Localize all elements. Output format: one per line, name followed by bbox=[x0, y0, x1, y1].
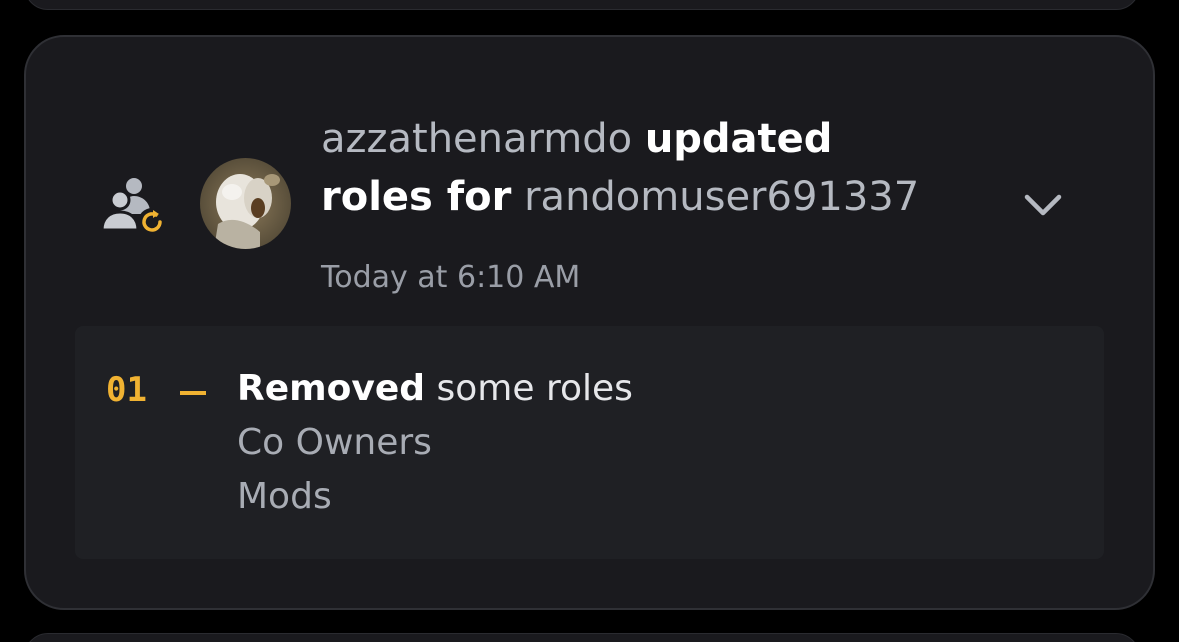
action-text-part2: roles for bbox=[321, 174, 512, 220]
change-description: some roles bbox=[436, 368, 633, 409]
audit-log-page: azzathenarmdo updated roles for randomus… bbox=[0, 0, 1179, 642]
timestamp: Today at 6:10 AM bbox=[321, 260, 581, 295]
avatar[interactable] bbox=[200, 158, 291, 249]
change-dash bbox=[180, 391, 206, 395]
member-role-update-icon bbox=[98, 174, 170, 238]
chevron-down-icon[interactable] bbox=[1021, 185, 1065, 225]
next-log-entry[interactable] bbox=[24, 633, 1140, 642]
previous-log-entry[interactable] bbox=[24, 0, 1140, 10]
entry-headline: azzathenarmdo updated roles for randomus… bbox=[321, 110, 981, 226]
changes-panel bbox=[75, 326, 1104, 559]
role-item: Co Owners bbox=[237, 422, 432, 463]
action-text-part1: updated bbox=[644, 116, 833, 162]
role-item: Mods bbox=[237, 476, 332, 517]
change-summary: Removed some roles bbox=[237, 366, 633, 412]
target-username[interactable]: randomuser691337 bbox=[524, 174, 919, 220]
change-index: 01 bbox=[106, 370, 147, 410]
change-verb: Removed bbox=[237, 368, 426, 409]
actor-username[interactable]: azzathenarmdo bbox=[321, 116, 632, 162]
